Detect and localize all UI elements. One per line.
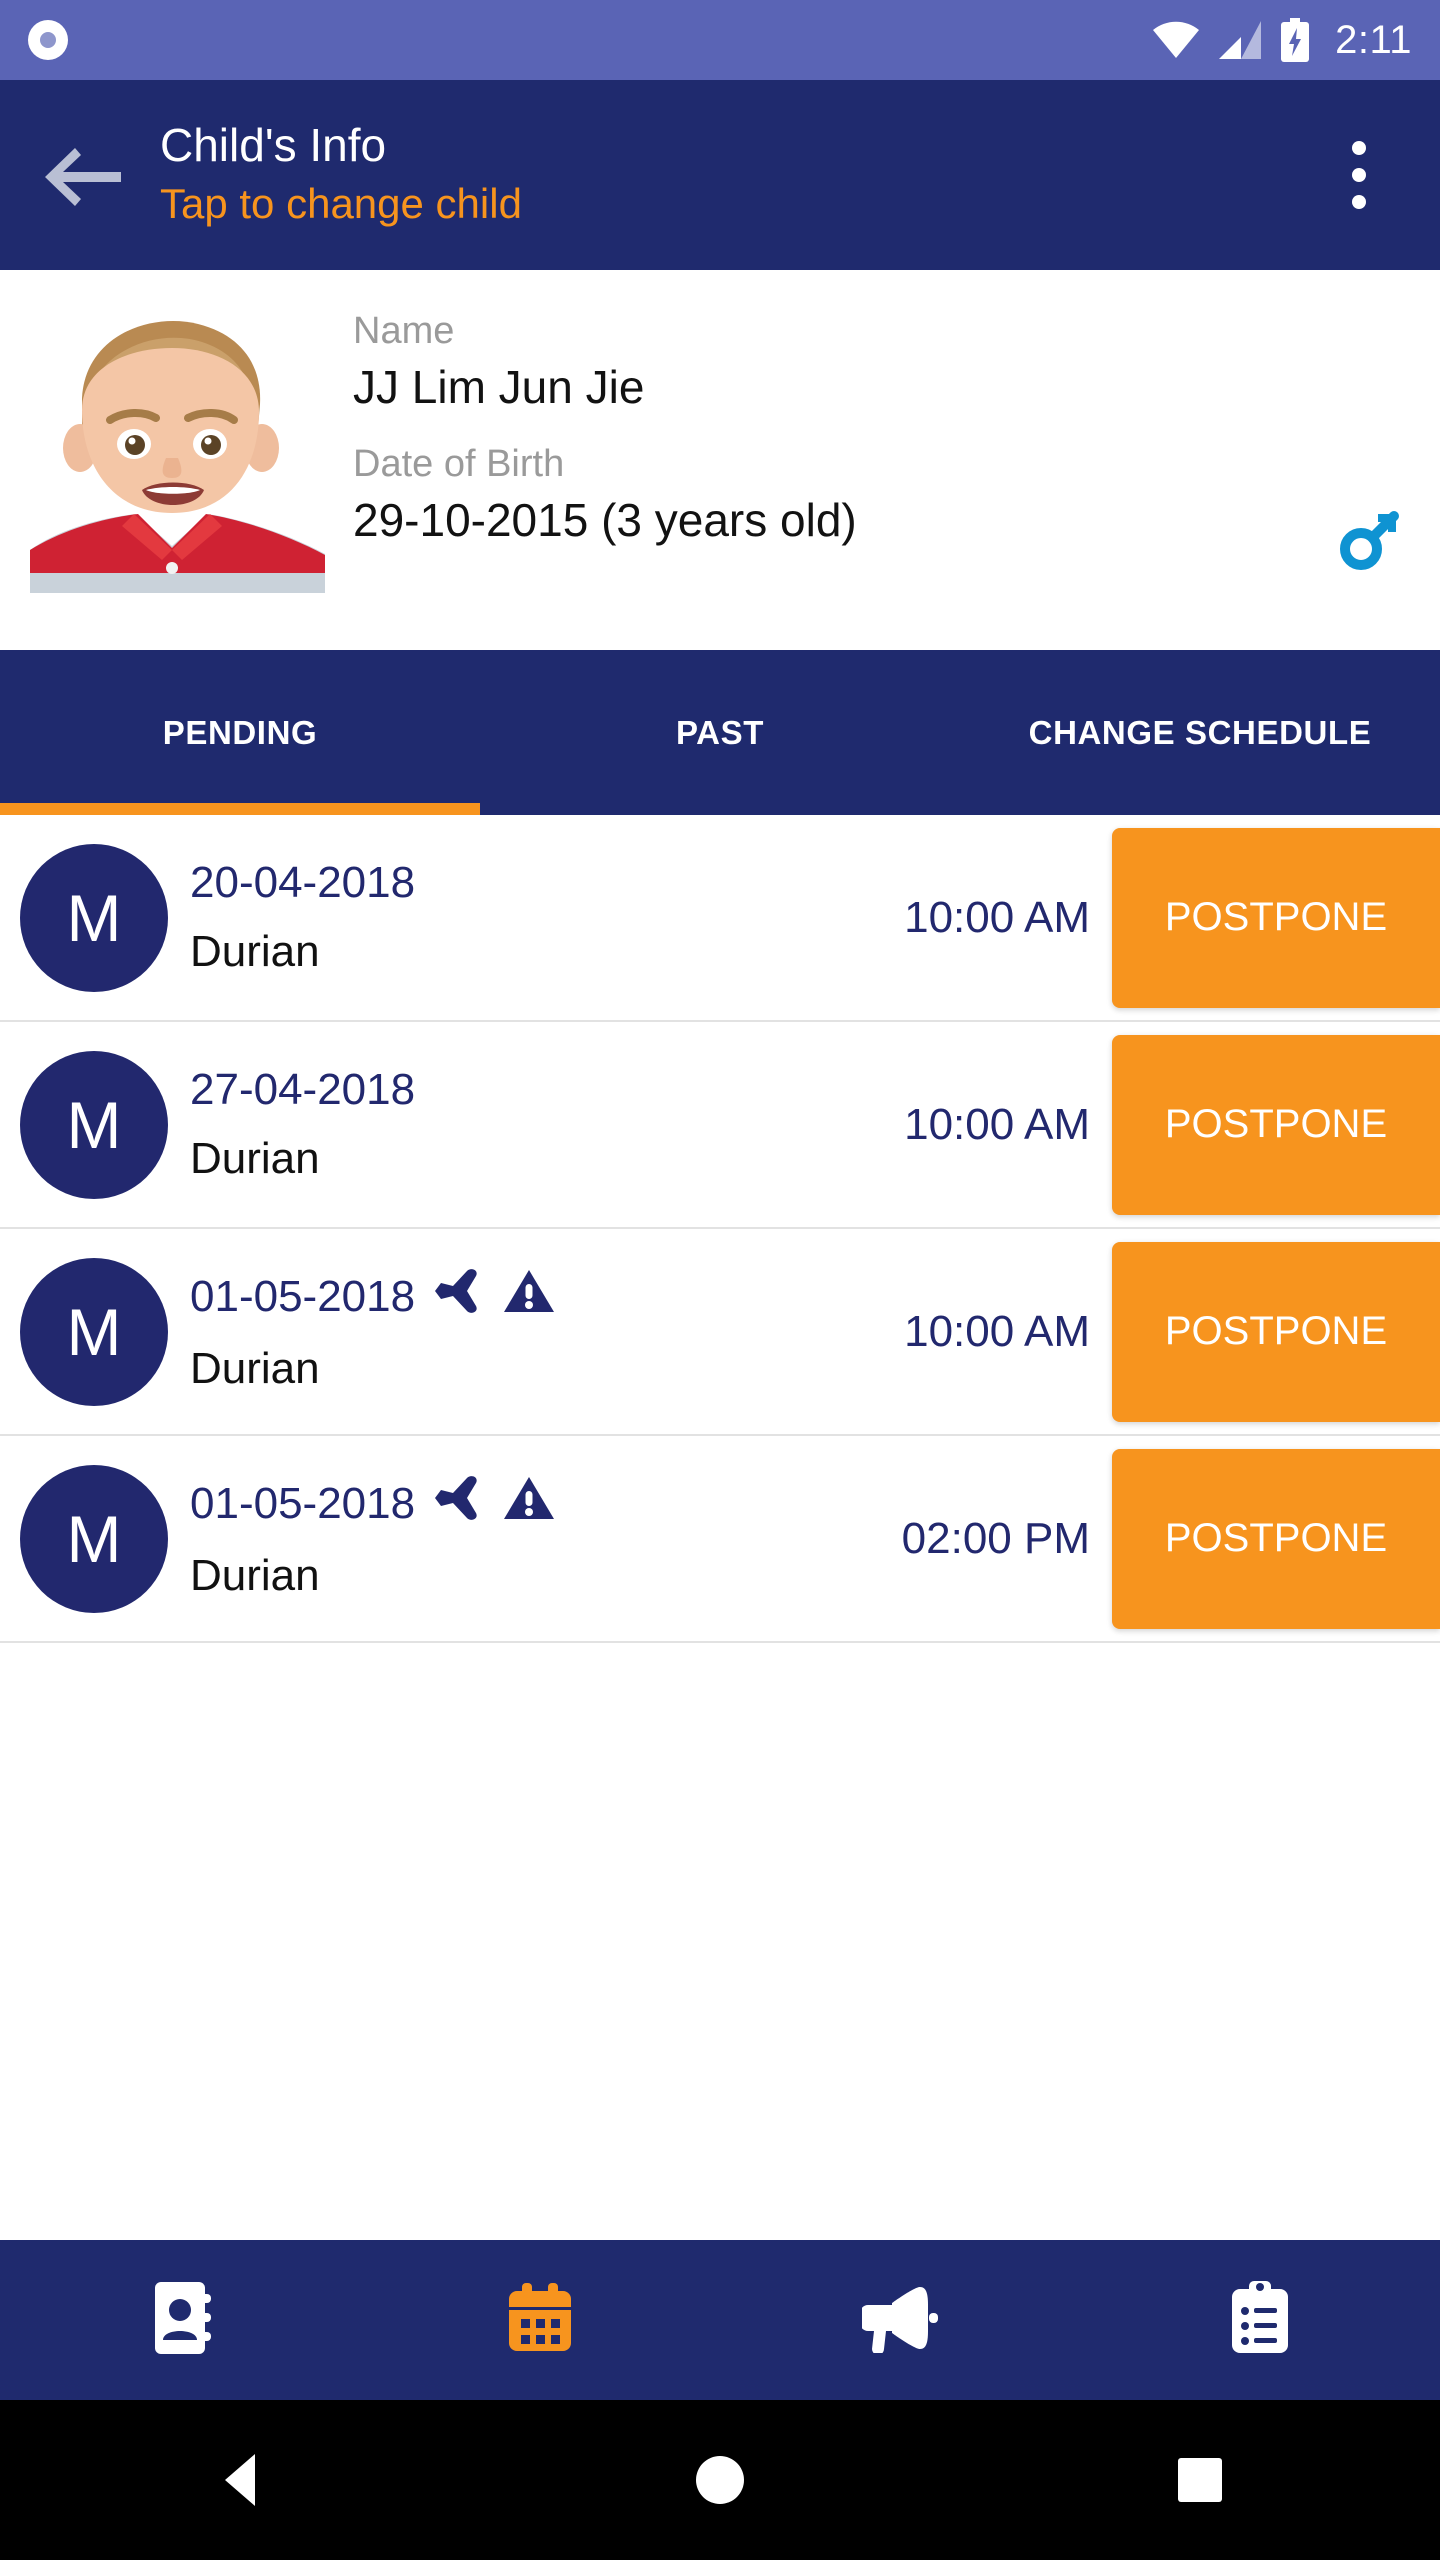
airplane-icon <box>433 1475 485 1533</box>
warning-icon <box>503 1268 555 1327</box>
dob-label: Date of Birth <box>353 443 565 486</box>
row-details: 20-04-2018 Durian <box>190 857 904 979</box>
warning-icon <box>503 1475 555 1534</box>
appointment-list: M 20-04-2018 Durian 10:00 AM POSTPONE M … <box>0 815 1440 1643</box>
postpone-button[interactable]: POSTPONE <box>1112 1241 1440 1422</box>
calendar-icon <box>507 2282 573 2358</box>
postpone-button[interactable]: POSTPONE <box>1112 1034 1440 1215</box>
app-screen: 2:11 Child's Info Tap to change child Na… <box>0 0 1440 2560</box>
battery-charging-icon <box>1281 18 1310 62</box>
name-label: Name <box>353 310 455 352</box>
overflow-menu-icon[interactable] <box>1314 120 1404 230</box>
appointment-time: 10:00 AM <box>904 892 1090 942</box>
row-details: 27-04-2018 Durian <box>190 1064 904 1186</box>
nav-contacts[interactable] <box>0 2240 360 2400</box>
table-row[interactable]: M 20-04-2018 Durian 10:00 AM POSTPONE <box>0 815 1440 1022</box>
row-details: 01-05-2018 Durian <box>190 1268 904 1396</box>
app-bar: Child's Info Tap to change child <box>0 80 1440 270</box>
nav-announcements[interactable] <box>720 2240 1080 2400</box>
cellular-signal-icon <box>1219 21 1262 59</box>
nav-calendar[interactable] <box>360 2240 720 2400</box>
tab-pending[interactable]: PENDING <box>0 650 480 815</box>
home-nav-icon[interactable] <box>480 2456 960 2504</box>
tab-change-schedule[interactable]: CHANGE SCHEDULE <box>960 650 1440 815</box>
row-date-line: 01-05-2018 <box>190 1268 904 1327</box>
tab-bar: PENDING PAST CHANGE SCHEDULE <box>0 650 1440 815</box>
male-gender-icon <box>1338 510 1400 577</box>
vaccine-name: Durian <box>190 926 320 976</box>
megaphone-icon <box>860 2283 938 2358</box>
status-bar-clock: 2:11 <box>1335 17 1412 62</box>
table-row[interactable]: M 01-05-2018 <box>0 1229 1440 1436</box>
vaccine-name: Durian <box>190 1133 320 1183</box>
android-navigation-bar <box>0 2400 1440 2560</box>
avatar: M <box>20 1050 168 1199</box>
row-date-line: 20-04-2018 <box>190 857 904 910</box>
row-details: 01-05-2018 Durian <box>190 1475 902 1603</box>
vaccine-name: Durian <box>190 1343 320 1393</box>
contacts-book-icon <box>149 2281 211 2359</box>
recents-nav-icon[interactable] <box>960 2458 1440 2502</box>
appointment-date: 20-04-2018 <box>190 857 416 907</box>
postpone-button[interactable]: POSTPONE <box>1112 1448 1440 1629</box>
tab-active-indicator <box>0 803 480 815</box>
vaccine-name: Durian <box>190 1550 320 1600</box>
change-child-link[interactable]: Tap to change child <box>160 178 1314 231</box>
airplane-icon <box>433 1268 485 1326</box>
appointment-time: 10:00 AM <box>904 1099 1090 1149</box>
appointment-date: 27-04-2018 <box>190 1064 416 1114</box>
child-photo <box>30 298 325 593</box>
row-date-line: 27-04-2018 <box>190 1064 904 1117</box>
avatar: M <box>20 1464 168 1613</box>
avatar: M <box>20 1257 168 1406</box>
row-date-line: 01-05-2018 <box>190 1475 902 1534</box>
appointment-date: 01-05-2018 <box>190 1478 416 1528</box>
tab-past[interactable]: PAST <box>480 650 960 815</box>
status-bar-left <box>28 20 1153 60</box>
record-dot-icon <box>28 20 68 60</box>
dob-value: 29-10-2015 (3 years old) <box>353 493 857 546</box>
nav-records[interactable] <box>1080 2240 1440 2400</box>
back-nav-icon[interactable] <box>0 2454 480 2506</box>
status-bar: 2:11 <box>0 0 1440 80</box>
appointment-time: 10:00 AM <box>904 1306 1090 1356</box>
child-info-card: Name JJ Lim Jun Jie Date of Birth 29-10-… <box>0 270 1440 650</box>
back-arrow-icon[interactable] <box>36 127 132 223</box>
table-row[interactable]: M 27-04-2018 Durian 10:00 AM POSTPONE <box>0 1022 1440 1229</box>
appointment-date: 01-05-2018 <box>190 1271 416 1321</box>
appointment-time: 02:00 PM <box>901 1513 1090 1563</box>
wifi-icon <box>1153 21 1200 59</box>
app-bar-titles[interactable]: Child's Info Tap to change child <box>160 119 1314 230</box>
clipboard-list-icon <box>1230 2280 1290 2360</box>
table-row[interactable]: M 01-05-2018 <box>0 1436 1440 1643</box>
postpone-button[interactable]: POSTPONE <box>1112 827 1440 1008</box>
child-fields: Name JJ Lim Jun Jie Date of Birth 29-10-… <box>353 298 1410 551</box>
bottom-navigation <box>0 2240 1440 2400</box>
status-bar-right: 2:11 <box>1153 18 1412 63</box>
name-value: JJ Lim Jun Jie <box>353 360 645 413</box>
avatar: M <box>20 843 168 992</box>
page-title: Child's Info <box>160 119 387 172</box>
